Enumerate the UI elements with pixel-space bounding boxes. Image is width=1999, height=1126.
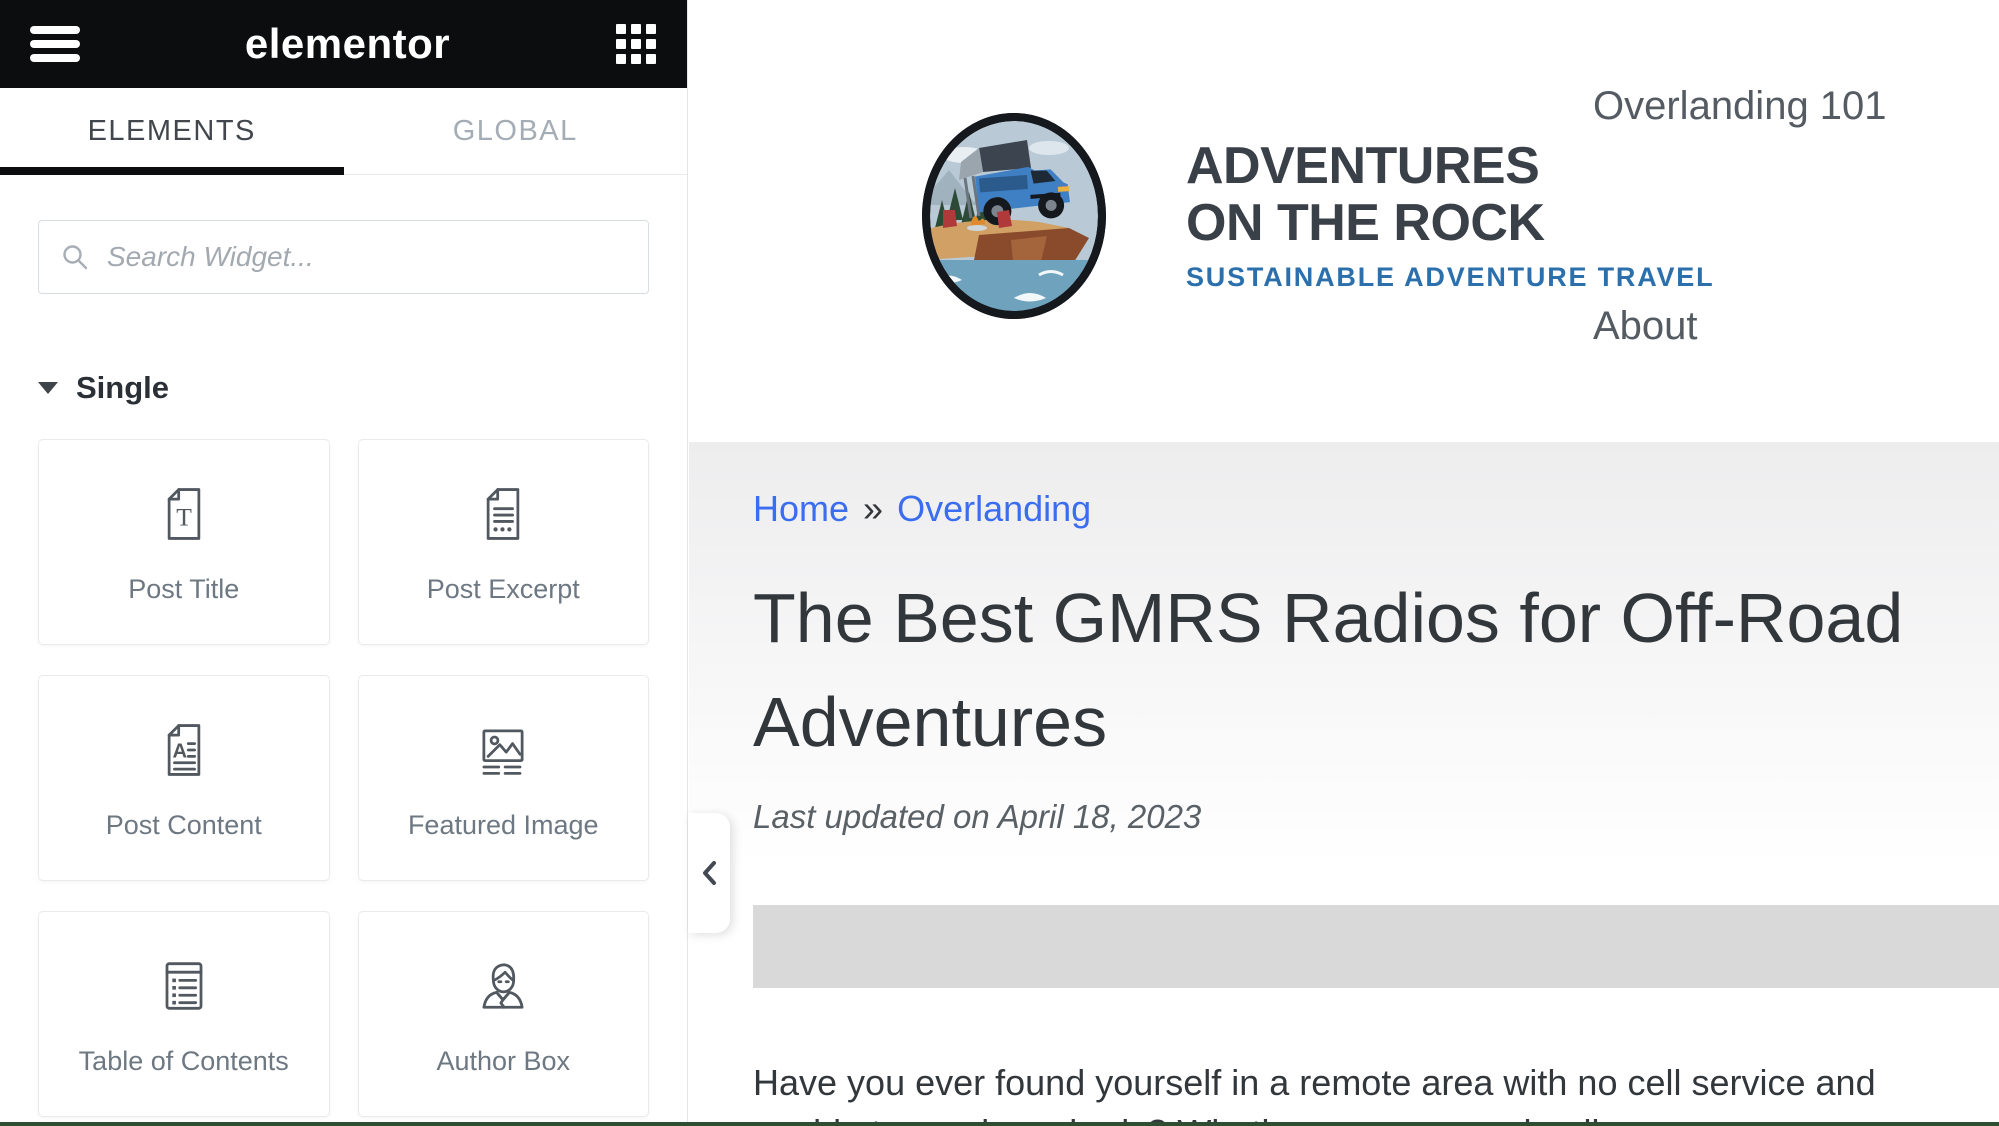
elementor-logo: elementor bbox=[244, 20, 451, 67]
hamburger-icon bbox=[30, 26, 80, 34]
nav-link-overlanding-101[interactable]: Overlanding 101 bbox=[1593, 84, 1887, 129]
bottom-edge-line bbox=[0, 1122, 1999, 1126]
breadcrumb-home-link[interactable]: Home bbox=[753, 488, 849, 529]
widget-featured-image[interactable]: Featured Image bbox=[357, 675, 649, 881]
article-updated-date: Last updated on April 18, 2023 bbox=[753, 798, 1202, 835]
post-excerpt-icon bbox=[469, 480, 537, 548]
search-input[interactable] bbox=[107, 241, 626, 273]
widget-search bbox=[38, 220, 649, 294]
site-logo-image[interactable] bbox=[919, 110, 1109, 322]
apps-grid-icon bbox=[615, 24, 626, 34]
tab-global[interactable]: GLOBAL bbox=[344, 88, 688, 174]
widget-label: Author Box bbox=[436, 1045, 571, 1076]
breadcrumb: Home » Overlanding bbox=[753, 488, 1091, 530]
site-header: ADVENTURES ON THE ROCK SUSTAINABLE ADVEN… bbox=[689, 0, 1999, 442]
breadcrumb-separator: » bbox=[863, 488, 884, 529]
section-title: Single bbox=[76, 370, 170, 405]
article-title: The Best GMRS Radios for Off-Road Advent… bbox=[753, 566, 1903, 774]
breadcrumb-overlanding-link[interactable]: Overlanding bbox=[897, 488, 1091, 529]
widget-label: Featured Image bbox=[407, 809, 599, 840]
site-logo-text: ADVENTURES ON THE ROCK SUSTAINABLE ADVEN… bbox=[1186, 138, 1714, 293]
widget-grid: T Post Title Post Excerpt A Post Content… bbox=[38, 439, 649, 1117]
article-title-line2: Adventures bbox=[753, 683, 1108, 761]
article-title-line1: The Best GMRS Radios for Off-Road bbox=[753, 579, 1904, 657]
tab-elements[interactable]: ELEMENTS bbox=[0, 88, 344, 175]
ad-placeholder-bar bbox=[753, 905, 1999, 988]
widget-post-excerpt[interactable]: Post Excerpt bbox=[357, 439, 649, 645]
hamburger-menu-button[interactable] bbox=[30, 26, 80, 62]
widget-post-title[interactable]: T Post Title bbox=[38, 439, 330, 645]
article-paragraph: Have you ever found yourself in a remote… bbox=[753, 1058, 1999, 1126]
widget-label: Post Title bbox=[128, 573, 240, 604]
panel-tabs: ELEMENTS GLOBAL bbox=[0, 88, 687, 175]
widget-table-of-contents[interactable]: Table of Contents bbox=[38, 911, 330, 1117]
panel-collapse-button[interactable] bbox=[688, 813, 730, 933]
apps-grid-button[interactable] bbox=[615, 23, 657, 65]
article-hero: Home » Overlanding The Best GMRS Radios fo… bbox=[689, 442, 1999, 1126]
widget-label: Table of Contents bbox=[78, 1045, 289, 1076]
site-title-line1: ADVENTURES bbox=[1186, 137, 1540, 195]
featured-image-icon bbox=[469, 716, 537, 784]
section-single[interactable]: Single bbox=[38, 370, 649, 406]
post-title-icon: T bbox=[150, 480, 218, 548]
author-box-icon bbox=[469, 952, 537, 1020]
chevron-left-icon bbox=[703, 861, 716, 885]
svg-text:A: A bbox=[172, 740, 187, 762]
article-paragraph-line1: Have you ever found yourself in a remote… bbox=[753, 1062, 1876, 1103]
search-box bbox=[38, 220, 649, 294]
widget-post-content[interactable]: A Post Content bbox=[38, 675, 330, 881]
widget-label: Post Content bbox=[105, 809, 262, 840]
table-of-contents-icon bbox=[150, 952, 218, 1020]
chevron-down-icon bbox=[38, 382, 58, 394]
panel-header: elementor bbox=[0, 0, 687, 88]
post-content-icon: A bbox=[150, 716, 218, 784]
site-title-line2: ON THE ROCK bbox=[1186, 194, 1545, 252]
svg-text:T: T bbox=[176, 502, 192, 531]
search-icon bbox=[63, 245, 88, 270]
nav-link-about[interactable]: About bbox=[1593, 304, 1698, 349]
site-preview: ADVENTURES ON THE ROCK SUSTAINABLE ADVEN… bbox=[689, 0, 1999, 1126]
widget-label: Post Excerpt bbox=[426, 573, 580, 604]
site-tagline: SUSTAINABLE ADVENTURE TRAVEL bbox=[1186, 262, 1715, 292]
elementor-panel: elementor ELEMENTS GLOBAL Single T bbox=[0, 0, 688, 1126]
widget-author-box[interactable]: Author Box bbox=[357, 911, 649, 1117]
